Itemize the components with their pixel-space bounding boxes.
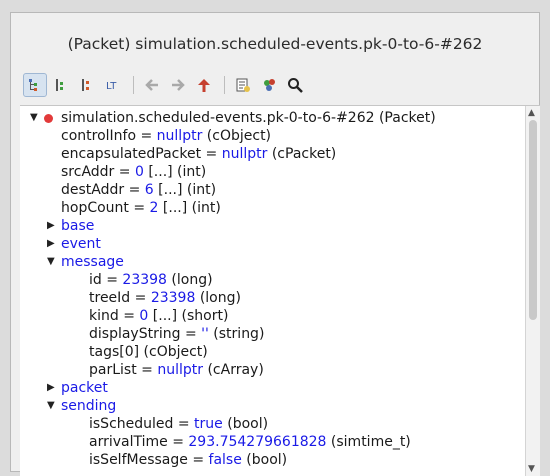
field-row[interactable]: arrivalTime = 293.754279661828 (simtime_… <box>89 433 411 451</box>
tree-view-icon[interactable] <box>23 73 47 97</box>
collapsed-icon: ▶ <box>47 238 55 249</box>
vertical-scrollbar[interactable]: ▲ ▼ <box>525 106 540 476</box>
toolbar-separator <box>133 76 134 94</box>
group-sending[interactable]: ▼ sending <box>47 397 116 415</box>
field-row[interactable]: treeId = 23398 (long) <box>89 289 241 307</box>
back-arrow-icon[interactable] <box>140 73 164 97</box>
scrollbar-thumb[interactable] <box>529 120 537 320</box>
field-row[interactable]: controlInfo = nullptr (cObject) <box>61 127 271 145</box>
expanded-icon[interactable]: ▼ <box>30 109 38 127</box>
scroll-down-icon[interactable]: ▼ <box>528 464 535 474</box>
group-packet[interactable]: ▶ packet <box>47 379 108 397</box>
toolbar: LT <box>23 73 309 97</box>
field-row[interactable]: isScheduled = true (bool) <box>89 415 268 433</box>
field-row[interactable]: hopCount = 2 [...] (int) <box>61 199 221 217</box>
field-row[interactable]: id = 23398 (long) <box>89 271 213 289</box>
field-row[interactable]: displayString = '' (string) <box>89 325 264 343</box>
field-row[interactable]: srcAddr = 0 [...] (int) <box>61 163 206 181</box>
flat-view-icon[interactable]: LT <box>101 73 125 97</box>
packet-status-dot-icon <box>44 114 53 123</box>
search-icon[interactable] <box>283 73 307 97</box>
children-view-icon[interactable] <box>49 73 73 97</box>
group-event[interactable]: ▶ event <box>47 235 101 253</box>
field-row[interactable]: isSelfMessage = false (bool) <box>89 451 287 469</box>
collapsed-icon: ▶ <box>47 220 55 231</box>
find-objects-icon[interactable] <box>257 73 281 97</box>
object-tree[interactable]: ▼ simulation.scheduled-events.pk-0-to-6-#… <box>20 105 540 476</box>
expanded-icon: ▼ <box>47 256 55 267</box>
up-arrow-icon[interactable] <box>192 73 216 97</box>
collapsed-icon: ▶ <box>47 382 55 393</box>
group-base[interactable]: ▶ base <box>47 217 94 235</box>
field-row[interactable]: parList = nullptr (cArray) <box>89 361 264 379</box>
copy-icon[interactable] <box>231 73 255 97</box>
toolbar-separator <box>224 76 225 94</box>
root-label: simulation.scheduled-events.pk-0-to-6-#2… <box>61 110 436 126</box>
window-title: (Packet) simulation.scheduled-events.pk-… <box>67 35 483 53</box>
field-row[interactable]: kind = 0 [...] (short) <box>89 307 228 325</box>
scroll-up-icon[interactable]: ▲ <box>528 108 535 118</box>
field-row[interactable]: encapsulatedPacket = nullptr (cPacket) <box>61 145 336 163</box>
group-message[interactable]: ▼ message <box>47 253 124 271</box>
field-row[interactable]: tags[0] (cObject) <box>89 343 208 361</box>
field-row[interactable]: destAddr = 6 [...] (int) <box>61 181 216 199</box>
expanded-icon: ▼ <box>47 400 55 411</box>
svg-text:LT: LT <box>106 81 117 92</box>
grouped-view-icon[interactable] <box>75 73 99 97</box>
object-inspector-panel: (Packet) simulation.scheduled-events.pk-… <box>10 12 540 476</box>
tree-root[interactable]: ▼ simulation.scheduled-events.pk-0-to-6-#… <box>30 109 436 127</box>
forward-arrow-icon[interactable] <box>166 73 190 97</box>
